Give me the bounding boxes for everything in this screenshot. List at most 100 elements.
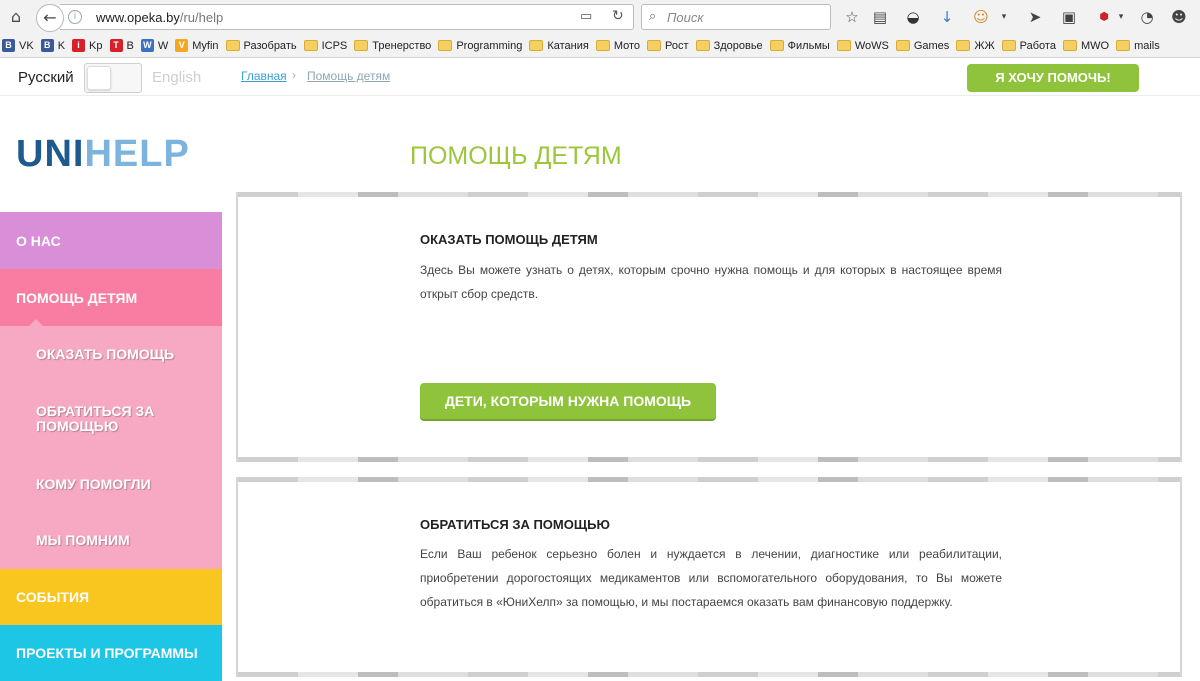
bookmark-item[interactable]: Programming [438,40,522,52]
bookmark-item[interactable]: ICPS [303,39,348,52]
breadcrumb-current[interactable]: Помощь детям [307,69,390,83]
bookmark-item[interactable]: Games [895,40,949,52]
bookmark-item[interactable]: Катания [529,40,589,52]
toggle-knob [87,66,111,90]
vk-icon: B [40,39,54,52]
history-icon[interactable]: ◔ [1138,8,1156,26]
bookmark-item[interactable]: i Kp [72,39,103,52]
folder-icon [529,40,544,51]
bookmark-item[interactable]: Здоровье [695,39,763,52]
addon-monkey-icon[interactable]: ☺ [972,8,990,26]
bookmark-label: Разобрать [243,39,297,52]
bookmark-item[interactable]: WoWS [836,39,889,52]
sidebar-item-help-children[interactable]: ПОМОЩЬ ДЕТЯМ [0,269,222,327]
sidebar-item-about[interactable]: О НАС [0,212,222,269]
card-text: Если Ваш ребенок серьезно болен и нуждае… [420,547,1002,609]
folder-icon [956,40,971,51]
kp-icon: i [72,39,86,52]
language-toggle[interactable] [84,63,142,93]
give-help-card: ОКАЗАТЬ ПОМОЩЬ ДЕТЯМ Здесь Вы можете узн… [236,192,1182,462]
bookmark-item[interactable]: Разобрать [225,39,297,52]
sidebar-item-give-help[interactable]: ОКАЗАТЬ ПОМОЩЬ [0,326,222,382]
bookmark-label: MWO [1080,39,1110,52]
bookmark-item[interactable]: BK [40,39,66,52]
unihelp-logo[interactable]: UNIHELP [16,133,190,176]
i-want-to-help-button[interactable]: Я ХОЧУ ПОМОЧЬ! [967,64,1139,92]
folder-icon [1001,40,1016,51]
sidebar-item-we-remember[interactable]: МЫ ПОМНИМ [0,512,222,569]
bookmark-star-icon[interactable]: ☆ [843,8,861,26]
send-icon[interactable]: ➤ [1026,8,1044,26]
bookmark-label: WoWS [854,39,889,52]
folder-icon [303,40,318,51]
sidebar-item-who-we-helped[interactable]: КОМУ ПОМОГЛИ [0,456,222,512]
card-text: Здесь Вы можете узнать о детях, которым … [420,263,1002,301]
bookmark-item[interactable]: Тренерство [354,40,431,52]
bookmark-item[interactable]: Рост [647,40,689,52]
address-bar[interactable]: i www.opeka.by/ru/help ▭ ↻ [60,4,634,30]
folder-icon [647,40,662,51]
folder-icon [895,40,910,51]
sidebar-item-events[interactable]: СОБЫТИЯ [0,569,222,625]
back-button[interactable]: ← [36,4,64,32]
sidebar-item-projects[interactable]: ПРОЕКТЫ И ПРОГРАММЫ [0,625,222,681]
breadcrumb-separator: › [292,68,296,82]
folder-icon [438,40,453,51]
sidebar-nav: О НАС ПОМОЩЬ ДЕТЯМ ОКАЗАТЬ ПОМОЩЬ ОБРАТИ… [0,212,222,681]
chat-icon[interactable]: ☻ [1170,8,1188,26]
adblock-icon[interactable]: ⬢ [1095,8,1113,26]
bookmark-item[interactable]: TB [109,39,134,52]
bookmark-item[interactable]: WW [140,39,169,52]
bookmark-label: VK [19,39,34,52]
bookmark-label: Kp [89,39,103,52]
bookmark-item[interactable]: Фильмы [769,39,830,52]
bookmark-item[interactable]: Мото [595,40,640,52]
folder-icon [1116,40,1131,51]
bookmark-label: K [57,39,66,52]
lang-russian-label[interactable]: Русский [18,69,74,86]
adblock-menu-chevron-icon[interactable]: ▾ [1112,8,1130,26]
bookmark-item[interactable]: MWO [1062,39,1110,52]
sidebar-item-ask-for-help[interactable]: ОБРАТИТЬСЯ ЗА ПОМОЩЬЮ [0,382,222,456]
folder-icon [836,40,851,51]
w-icon: W [140,39,154,52]
chevron-down-icon[interactable]: ▾ [995,8,1013,26]
bookmark-label: Рост [665,39,689,52]
bookmark-label: Фильмы [787,39,830,52]
reader-view-icon[interactable]: ▭ [580,9,592,24]
folder-icon [225,40,240,51]
page-title: ПОМОЩЬ ДЕТЯМ [410,142,622,170]
bookmarks-list-icon[interactable]: ▤ [871,8,889,26]
bookmark-label: Myfin [192,39,219,52]
breadcrumb-home-link[interactable]: Главная [241,69,287,83]
download-icon[interactable]: ↓ [938,8,956,26]
bookmark-label: mails [1134,39,1160,52]
bookmark-label: ICPS [321,39,348,52]
pocket-icon[interactable]: ◒ [904,8,922,26]
bookmark-label: W [157,39,169,52]
lang-english-label[interactable]: English [152,69,201,86]
save-icon[interactable]: ▣ [1060,8,1078,26]
bookmark-item[interactable]: V Myfin [175,39,219,52]
bookmark-item[interactable]: Работа [1001,39,1056,52]
vk-icon: B [2,39,15,52]
card-title: ОКАЗАТЬ ПОМОЩЬ ДЕТЯМ [420,232,598,247]
folder-icon [695,40,710,51]
folder-icon [769,40,784,51]
bookmark-label: B [126,39,134,52]
bookmark-label: ЖЖ [974,39,995,52]
myfin-icon: V [175,39,189,52]
bookmarks-bar: B VK B Ki Kp T B W W V Myfin Разобрать ICPS Тренерств… [0,34,1200,58]
bookmark-label: Работа [1019,39,1056,52]
bookmark-item[interactable]: mails [1116,40,1160,52]
bookmark-item[interactable]: ЖЖ [956,39,995,52]
children-in-need-button[interactable]: ДЕТИ, КОТОРЫМ НУЖНА ПОМОЩЬ [420,383,716,419]
home-icon[interactable]: ⌂ [6,7,26,27]
reload-icon[interactable]: ↻ [612,8,624,24]
card-title: ОБРАТИТЬСЯ ЗА ПОМОЩЬЮ [420,517,610,532]
bookmark-label: Здоровье [713,39,763,52]
globe-icon: i [68,10,82,24]
search-input[interactable]: ⌕ Поиск [641,4,831,30]
ask-for-help-card: ОБРАТИТЬСЯ ЗА ПОМОЩЬЮ Если Ваш ребенок с… [236,477,1182,677]
bookmark-item[interactable]: B VK [2,39,34,52]
